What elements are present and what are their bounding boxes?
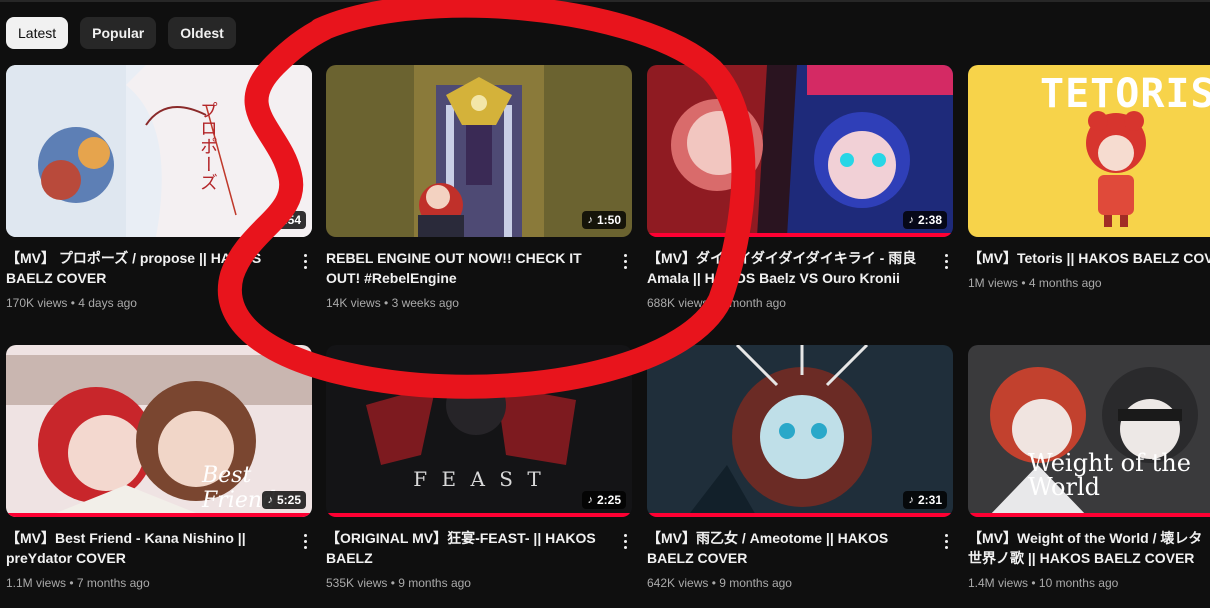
upload-age: 9 months ago: [398, 576, 471, 590]
duration-badge: ♪ 5:25: [262, 491, 306, 509]
watch-progress: [326, 513, 632, 517]
duration-badge: ♪ 2:25: [582, 491, 626, 509]
upload-age: 4 months ago: [1028, 276, 1102, 290]
video-thumbnail[interactable]: TETORIS: [968, 65, 1210, 237]
video-thumbnail[interactable]: Weight of the World: [968, 345, 1210, 517]
video-card[interactable]: Weight of the World 【MV】Weight of the Wo…: [968, 345, 1210, 605]
music-note-icon: ♪: [908, 214, 914, 226]
duration-badge: ♪ 2:38: [903, 211, 947, 229]
watch-progress: [647, 233, 953, 237]
view-count: 688K views: [647, 296, 709, 310]
music-note-icon: ♪: [587, 494, 593, 506]
video-card[interactable]: ♪ 1:50 REBEL ENGINE OUT NOW!! CHECK IT OU…: [326, 65, 632, 325]
view-count: 535K views: [326, 576, 388, 590]
video-meta: 535K views • 9 months ago: [326, 576, 471, 590]
more-actions-icon[interactable]: [618, 251, 632, 271]
more-actions-icon[interactable]: [939, 251, 953, 271]
upload-age: 4 days ago: [78, 296, 137, 310]
video-meta: 14K views • 3 weeks ago: [326, 296, 459, 310]
video-title[interactable]: 【ORIGINAL MV】狂宴-FEAST- || HAKOS BAELZ: [326, 528, 604, 568]
thumbnail-caption: TETORIS: [1040, 71, 1210, 117]
more-actions-icon[interactable]: [298, 251, 312, 271]
more-actions-icon[interactable]: [618, 531, 632, 551]
top-divider: [0, 0, 1210, 2]
video-thumbnail[interactable]: ♪ 1:50: [326, 65, 632, 237]
filter-chips: Latest Popular Oldest: [6, 17, 236, 49]
music-note-icon: ♪: [908, 494, 914, 506]
chip-oldest[interactable]: Oldest: [168, 17, 236, 49]
watch-progress: [6, 513, 312, 517]
thumbnail-caption: プロポーズ: [197, 101, 218, 191]
video-card[interactable]: Best Friend ♪ 5:25 【MV】Best Friend - Kana…: [6, 345, 312, 605]
video-meta: 170K views • 4 days ago: [6, 296, 137, 310]
view-count: 642K views: [647, 576, 709, 590]
more-actions-icon[interactable]: [939, 531, 953, 551]
video-meta: 688K views • 1 month ago: [647, 296, 786, 310]
upload-age: 3 weeks ago: [391, 296, 459, 310]
video-title[interactable]: REBEL ENGINE OUT NOW!! CHECK IT OUT! #Re…: [326, 248, 604, 288]
thumbnail-art: [6, 65, 312, 237]
view-count: 1.1M views: [6, 576, 67, 590]
video-card[interactable]: TETORIS 【MV】Tetoris || HAKOS BAELZ COVER…: [968, 65, 1210, 325]
thumbnail-caption: Weight of the World: [1028, 449, 1191, 501]
video-thumbnail[interactable]: ♪ 2:31: [647, 345, 953, 517]
view-count: 14K views: [326, 296, 381, 310]
video-title[interactable]: 【MV】Tetoris || HAKOS BAELZ COVER: [968, 248, 1210, 268]
video-title[interactable]: 【MV】ダイダイダイダイダイキライ - 雨良 Amala || HAKOS Ba…: [647, 248, 925, 288]
video-card[interactable]: F E A S T ♪ 2:25 【ORIGINAL MV】狂宴-FEAST- |…: [326, 345, 632, 605]
upload-age: 9 months ago: [719, 576, 792, 590]
video-thumbnail[interactable]: プロポーズ 3:54: [6, 65, 312, 237]
watch-progress: [968, 513, 1210, 517]
chip-popular[interactable]: Popular: [80, 17, 157, 49]
music-note-icon: ♪: [587, 214, 593, 226]
watch-progress: [647, 513, 953, 517]
music-note-icon: ♪: [267, 494, 273, 506]
more-actions-icon[interactable]: [298, 531, 312, 551]
video-card[interactable]: ♪ 2:38 【MV】ダイダイダイダイダイキライ - 雨良 Amala || HA…: [647, 65, 953, 325]
upload-age: 7 months ago: [76, 576, 150, 590]
view-count: 1M views: [968, 276, 1019, 290]
video-meta: 1M views • 4 months ago: [968, 276, 1102, 290]
video-thumbnail[interactable]: Best Friend ♪ 5:25: [6, 345, 312, 517]
thumbnail-caption: F E A S T: [413, 467, 545, 491]
video-thumbnail[interactable]: F E A S T ♪ 2:25: [326, 345, 632, 517]
view-count: 170K views: [6, 296, 68, 310]
duration-badge: 3:54: [271, 211, 306, 229]
duration-badge: ♪ 2:31: [903, 491, 947, 509]
upload-age: 1 month ago: [719, 296, 786, 310]
video-card[interactable]: プロポーズ 3:54 【MV】 プロポーズ / propose || HAKOS…: [6, 65, 312, 325]
video-title[interactable]: 【MV】Weight of the World / 壊レタ世界ノ歌 || HAK…: [968, 528, 1210, 568]
video-meta: 1.4M views • 10 months ago: [968, 576, 1119, 590]
video-title[interactable]: 【MV】雨乙女 / Ameotome || HAKOS BAELZ COVER: [647, 528, 925, 568]
duration-badge: ♪ 1:50: [582, 211, 626, 229]
video-card[interactable]: ♪ 2:31 【MV】雨乙女 / Ameotome || HAKOS BAELZ …: [647, 345, 953, 605]
video-meta: 1.1M views • 7 months ago: [6, 576, 150, 590]
video-title[interactable]: 【MV】Best Friend - Kana Nishino || preYda…: [6, 528, 284, 568]
chip-latest[interactable]: Latest: [6, 17, 69, 49]
upload-age: 10 months ago: [1038, 576, 1119, 590]
view-count: 1.4M views: [968, 576, 1029, 590]
video-title[interactable]: 【MV】 プロポーズ / propose || HAKOS BAELZ COVE…: [6, 248, 284, 288]
video-thumbnail[interactable]: ♪ 2:38: [647, 65, 953, 237]
video-meta: 642K views • 9 months ago: [647, 576, 792, 590]
